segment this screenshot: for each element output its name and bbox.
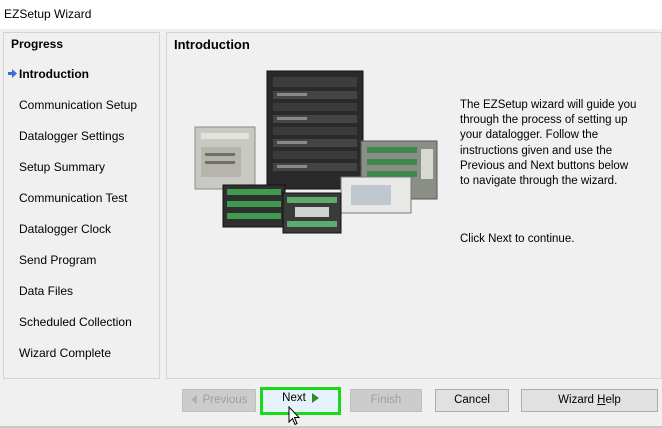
step-datalogger-settings[interactable]: Datalogger Settings — [19, 129, 124, 143]
progress-panel: Progress Introduction Communication Setu… — [3, 32, 160, 379]
intro-description: The EZSetup wizard will guide you throug… — [460, 99, 637, 188]
mouse-cursor-icon — [288, 406, 300, 426]
step-communication-setup[interactable]: Communication Setup — [19, 98, 137, 112]
step-send-program[interactable]: Send Program — [19, 253, 96, 267]
help-button-label-suffix: elp — [605, 394, 621, 406]
title-bar: EZSetup Wizard — [0, 0, 662, 29]
previous-button-label: Previous — [202, 394, 248, 406]
step-scheduled-collection[interactable]: Scheduled Collection — [19, 315, 132, 329]
progress-heading: Progress — [11, 37, 64, 51]
previous-button[interactable]: Previous — [182, 389, 256, 412]
continue-instruction: Click Next to continue. — [460, 233, 575, 245]
step-wizard-complete[interactable]: Wizard Complete — [19, 346, 111, 360]
cancel-button[interactable]: Cancel — [435, 389, 509, 412]
wizard-help-button[interactable]: Wizard Help — [521, 389, 658, 412]
step-introduction[interactable]: Introduction — [19, 67, 89, 81]
datalogger-devices-image — [194, 70, 438, 234]
next-button[interactable]: Next — [260, 387, 341, 415]
next-button-label: Next — [282, 392, 306, 404]
step-communication-test[interactable]: Communication Test — [19, 191, 128, 205]
step-data-files[interactable]: Data Files — [19, 284, 73, 298]
page-title: Introduction — [174, 37, 250, 52]
left-arrow-icon — [190, 395, 197, 405]
finish-button-label: Finish — [370, 394, 402, 406]
finish-button[interactable]: Finish — [350, 389, 422, 412]
content-panel: Introduction The EZSetup wizard will gui… — [166, 32, 662, 379]
help-button-label-prefix: Wizard — [558, 394, 598, 406]
step-setup-summary[interactable]: Setup Summary — [19, 160, 105, 174]
window-title: EZSetup Wizard — [4, 7, 92, 21]
right-arrow-icon — [311, 392, 319, 403]
current-step-arrow-icon — [8, 69, 17, 78]
step-datalogger-clock[interactable]: Datalogger Clock — [19, 222, 111, 236]
cancel-button-label: Cancel — [454, 394, 490, 406]
